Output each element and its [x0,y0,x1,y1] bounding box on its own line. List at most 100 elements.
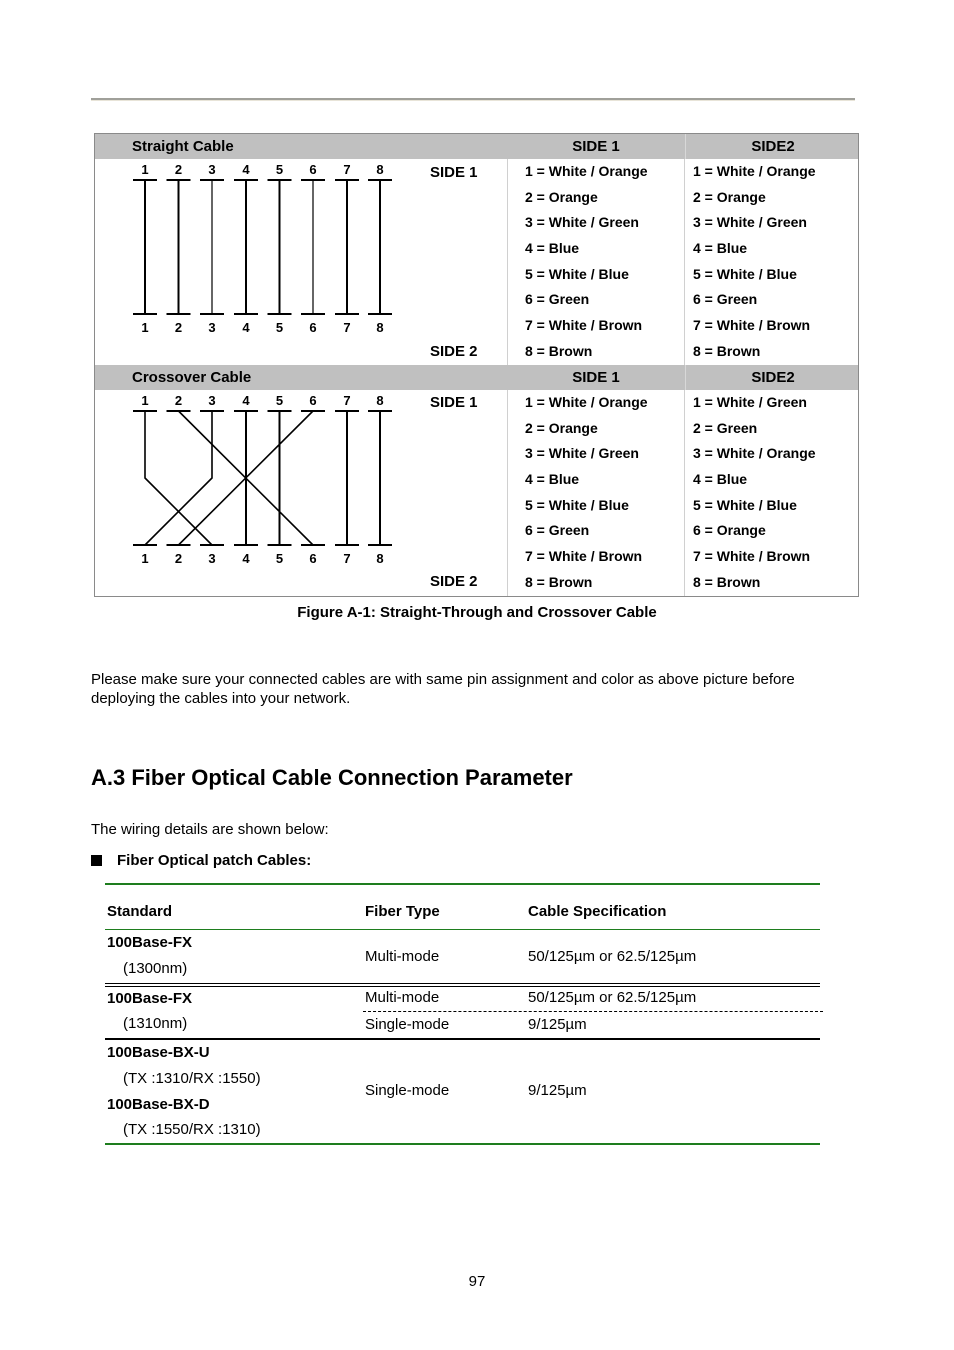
pin-label-bottom: 7 [343,551,350,566]
pin-label-top: 6 [309,393,316,408]
pin-color: 1 = White / Orange [525,163,648,179]
pin-label-top: 7 [343,393,350,408]
header-rule [91,98,855,100]
pin-label-top: 3 [208,162,215,177]
row1-standard: 100Base-FX [107,934,193,951]
figure-caption: Figure A-1: Straight-Through and Crossov… [297,604,657,621]
row1-wavelength: (1300nm) [123,960,188,977]
pin-color: 1 = White / Orange [525,394,648,410]
header-cable-spec: Cable Specification [528,903,667,920]
row2-fiber-type-b: Single-mode [365,1016,450,1033]
pin-color: 6 = Green [525,291,590,308]
pin-label-top: 5 [276,393,283,408]
bullet-text: Fiber Optical patch Cables: [117,852,312,869]
pin-color: 7 = White / Brown [693,317,811,334]
pin-color: 3 = White / Orange [693,445,816,462]
row3-wavelength-u: (TX :1310/RX :1550) [123,1070,261,1087]
crossover-section: 1 2 3 4 5 6 7 8 1 2 3 4 5 6 7 8 SIDE 1 SIDE 2 1 = White… [95,390,858,596]
pin-color: 4 = Blue [693,240,748,257]
pin-label-top: 2 [175,162,182,177]
pin-color: 8 = Brown [693,573,761,590]
crossover-side1-header: SIDE 1 [572,369,620,386]
row3-standard-u: 100Base-BX-U [107,1044,210,1061]
pin-label-top: 1 [141,162,148,177]
pin-color: 7 = White / Brown [525,548,643,565]
pin-label-bottom: 4 [242,551,250,566]
pin-label-bottom: 2 [175,551,182,566]
column-divider [684,159,685,365]
pin-label-top: 4 [242,393,250,408]
crossover-side1-label: SIDE 1 [430,394,478,411]
row3-cable-spec: 9/125µm [528,1082,587,1099]
pin-label-top: 3 [208,393,215,408]
pin-color: 8 = Brown [525,342,593,359]
straight-header-band: Straight Cable SIDE 1 SIDE2 [95,134,858,159]
pin-color: 5 = White / Blue [693,496,797,513]
pin-color: 7 = White / Brown [525,317,643,334]
pin-color: 6 = Orange [693,522,766,539]
wire [144,411,213,546]
header-standard: Standard [107,903,173,920]
wire [144,411,213,546]
row3-fiber-type: Single-mode [365,1082,450,1099]
pin-label-top: 7 [343,162,350,177]
pin-color: 6 = Green [525,522,590,539]
pin-label-bottom: 5 [276,551,283,566]
column-divider [507,159,508,365]
row2-cable-spec-a: 50/125µm or 62.5/125µm [528,989,697,1006]
pin-color: 4 = Blue [525,471,580,488]
crossover-side2-list: 1 = White / Green 2 = Green 3 = White / … [693,390,816,596]
row3-wavelength-d: (TX :1550/RX :1310) [123,1121,261,1138]
pin-label-bottom: 1 [141,320,148,335]
row2-cable-spec-b: 9/125µm [528,1016,587,1033]
crossover-wiring-diagram: 1 2 3 4 5 6 7 8 1 2 3 4 5 6 7 8 [133,393,392,566]
straight-side1-header: SIDE 1 [572,138,620,155]
pin-label-top: 5 [276,162,283,177]
header-rule [105,929,820,930]
straight-wiring-diagram: 1 2 3 4 5 6 7 8 1 2 3 4 5 6 7 8 [133,162,392,335]
straight-title: Straight Cable [132,138,234,155]
straight-section: 1 2 3 4 5 6 7 8 1 2 3 4 5 6 7 8 SIDE 1 SIDE 2 1 = White… [95,159,858,365]
column-divider [507,390,508,596]
section-heading: A.3 Fiber Optical Cable Connection Param… [91,765,573,790]
straight-side2-list: 1 = White / Orange 2 = Orange 3 = White … [693,159,816,365]
pin-label-bottom: 7 [343,320,350,335]
crossover-side1-list: 1 = White / Orange 2 = Orange 3 = White … [525,390,648,596]
pin-color: 2 = Green [693,419,758,436]
pin-label-bottom: 3 [208,320,215,335]
straight-side2-label: SIDE 2 [430,343,478,360]
cable-figure-table: Straight Cable SIDE 1 SIDE2 1 2 3 4 5 6 7 8 1 2 3 4… [94,133,859,597]
pin-color: 1 = White / Orange [693,163,816,179]
pin-color: 2 = Orange [525,419,598,436]
straight-side1-list: 1 = White / Orange 2 = Orange 3 = White … [525,159,648,365]
pin-color: 3 = White / Green [525,445,639,462]
instruction-paragraph: Please make sure your connected cables a… [91,671,795,707]
pin-label-top: 8 [376,393,383,408]
crossover-side2-header: SIDE2 [685,365,860,390]
row1-cable-spec: 50/125µm or 62.5/125µm [528,948,697,965]
row-divider-dashed [363,1011,823,1012]
row2-standard: 100Base-FX [107,990,193,1007]
crossover-header-band: Crossover Cable SIDE 1 SIDE2 [95,365,858,390]
column-divider [684,390,685,596]
pin-label-top: 8 [376,162,383,177]
pin-label-top: 2 [175,393,182,408]
pin-label-top: 1 [141,393,148,408]
bullet-item: Fiber Optical patch Cables: [91,852,311,869]
pin-label-bottom: 8 [376,320,383,335]
pin-label-bottom: 4 [242,320,250,335]
table-top-rule [105,883,820,885]
section-intro: The wiring details are shown below: [91,821,329,838]
straight-side2-header: SIDE2 [685,134,860,159]
pin-color: 3 = White / Green [525,214,639,231]
pin-color: 4 = Blue [693,471,748,488]
page-number: 97 [468,1273,486,1290]
straight-side1-label: SIDE 1 [430,164,478,181]
square-bullet-icon [91,855,102,866]
table-bottom-rule [105,1143,820,1145]
row2-fiber-type-a: Multi-mode [365,989,440,1006]
pin-label-bottom: 6 [309,551,316,566]
pin-color: 7 = White / Brown [693,548,811,565]
pin-color: 3 = White / Green [693,214,807,231]
row-divider-double [105,983,820,987]
